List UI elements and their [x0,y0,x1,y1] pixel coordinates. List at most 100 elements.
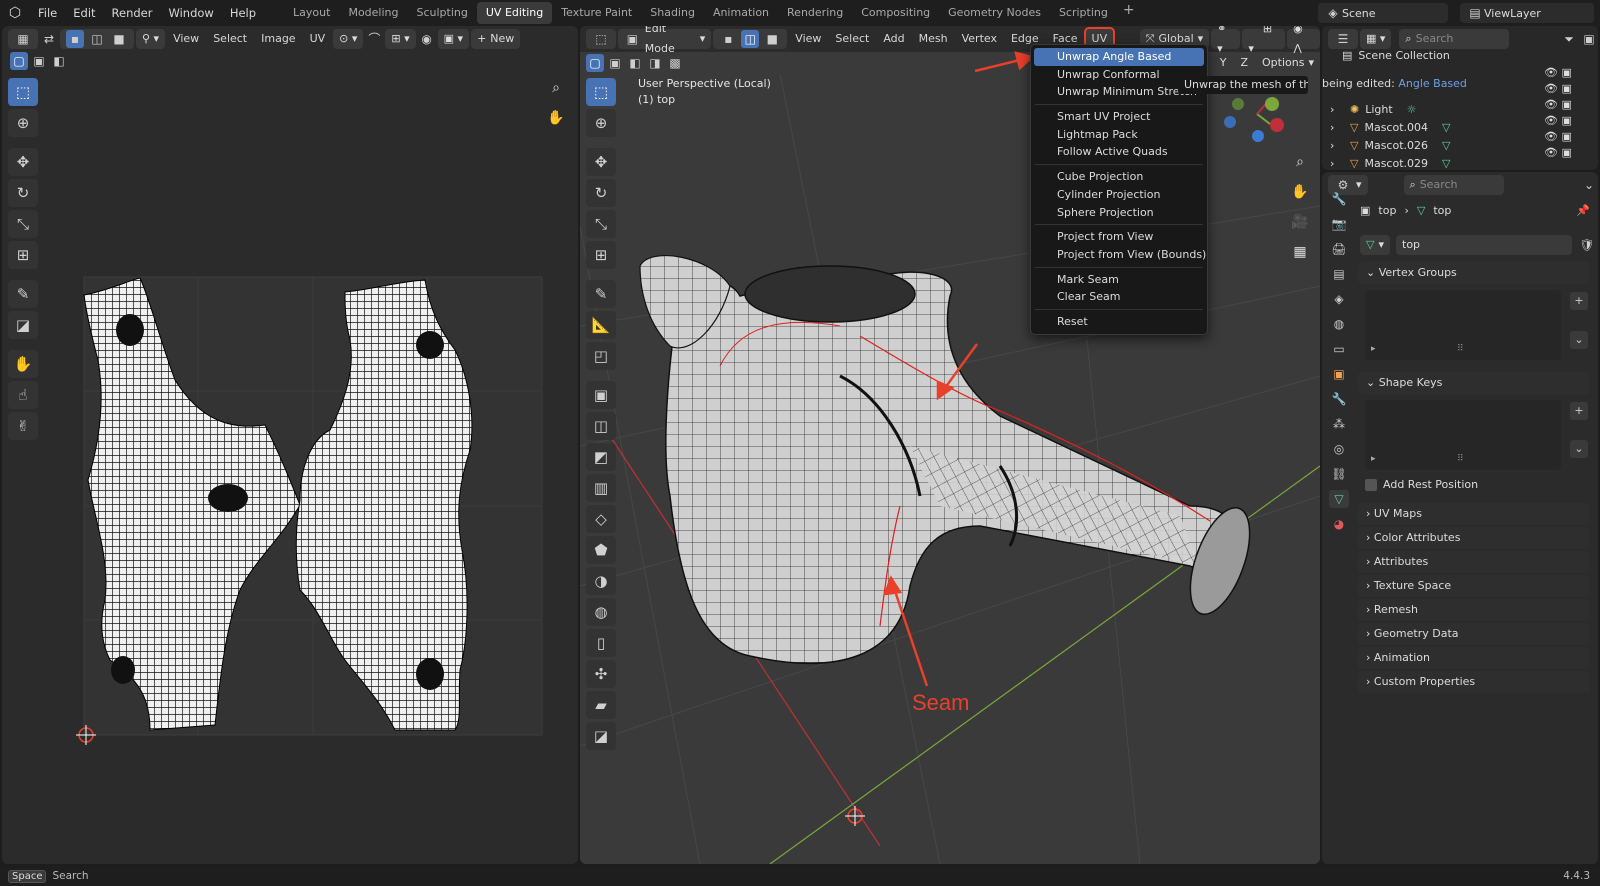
collection-tab-icon[interactable]: ▭ [1329,340,1349,358]
image-browse-dropdown[interactable]: ▣ ▾ [437,29,470,49]
outliner-row-light[interactable]: › ✺ Light ☼ [1330,101,1417,118]
rip-region-tool-icon[interactable]: ◪ [586,722,616,750]
annotate-tool-icon[interactable]: ✎ [8,280,38,308]
list-expand-icon[interactable]: ▸ [1371,344,1376,354]
box-select-subtract-icon[interactable]: ◧ [50,52,68,70]
uv-menu-image[interactable]: Image [255,29,301,49]
extrude-tool-icon[interactable]: ▣ [586,381,616,409]
navigation-gizmo[interactable] [1224,97,1284,142]
tab-sculpting[interactable]: Sculpting [408,2,477,24]
menu-smart-uv-project[interactable]: Smart UV Project [1031,108,1207,126]
pivot-dropdown[interactable]: ⊙ ▾ [333,29,364,49]
uv-editor-area[interactable]: ▦ ⇄ ▪ ◫ ■ ⚲ ▾ View Select Image UV ⊙ ▾ ⌒ ⊞… [2,26,578,864]
tab-animation[interactable]: Animation [704,2,778,24]
scale-tool-icon[interactable]: ⤡ [8,210,38,238]
face-select-icon[interactable]: ■ [110,30,128,48]
menu-reset[interactable]: Reset [1031,313,1207,331]
view-layer-selector[interactable]: ▤ ViewLayer [1460,3,1594,23]
tab-layout[interactable]: Layout [284,2,339,24]
poly-build-tool-icon[interactable]: ⬟ [586,536,616,564]
uv-menu-view[interactable]: View [167,29,205,49]
vp-measure-tool-icon[interactable]: 📐 [586,311,616,339]
vp-zoom-icon[interactable]: ⌕ [1288,150,1312,174]
menu-lightmap-pack[interactable]: Lightmap Pack [1031,126,1207,144]
box-select-extend-icon[interactable]: ▣ [30,52,48,70]
tool-tab-icon[interactable]: 🔧 [1329,190,1349,208]
pan-hand-icon[interactable]: ✋ [544,106,568,130]
add-workspace-icon[interactable]: + [1117,2,1141,24]
ortho-toggle-icon[interactable]: ▦ [1288,240,1312,264]
menu-file[interactable]: File [30,2,65,24]
expand-arrow-icon[interactable]: › [1330,103,1344,116]
menu-cylinder-projection[interactable]: Cylinder Projection [1031,186,1207,204]
knife-tool-icon[interactable]: ◇ [586,505,616,533]
menu-mark-seam[interactable]: Mark Seam [1031,271,1207,289]
zoom-icon[interactable]: ⌕ [544,76,568,100]
modifier-tab-icon[interactable]: 🔧 [1329,390,1349,408]
scene-tab-icon[interactable]: ◈ [1329,290,1349,308]
pinch-tool-icon[interactable]: ✌ [8,412,38,440]
expand-arrow-icon[interactable]: › [1330,121,1344,134]
view-layer-tab-icon[interactable]: ▤ [1329,265,1349,283]
snap-dropdown[interactable]: ⊞ ▾ [385,29,416,49]
vertex-groups-list[interactable]: ▸ ⠿ [1365,290,1561,360]
grab-tool-icon[interactable]: ✋ [8,350,38,378]
expand-arrow-icon[interactable]: › [1330,157,1344,170]
menu-edit[interactable]: Edit [65,2,103,24]
relax-tool-icon[interactable]: ☝ [8,381,38,409]
menu-project-from-view-bounds[interactable]: Project from View (Bounds) [1031,246,1207,264]
collapse-icon[interactable]: ⌄ [1580,176,1598,194]
menu-project-from-view[interactable]: Project from View [1031,228,1207,246]
list-resize-handle-icon[interactable]: ⠿ [1457,454,1464,464]
loop-cut-tool-icon[interactable]: ▥ [586,474,616,502]
shape-keys-list[interactable]: ▸ ⠿ [1365,400,1561,470]
scene-collection-row[interactable]: ▤ Scene Collection [1342,47,1450,64]
object-tab-icon[interactable]: ▣ [1329,365,1349,383]
mesh-name-field[interactable]: top [1396,235,1572,255]
menu-follow-active-quads[interactable]: Follow Active Quads [1031,143,1207,161]
material-tab-icon[interactable]: ◕ [1329,515,1349,533]
pin-icon[interactable]: 📌 [1576,204,1590,217]
editor-type-button[interactable]: ▦ [8,29,38,49]
particles-tab-icon[interactable]: ⁂ [1329,415,1349,433]
edge-slide-tool-icon[interactable]: ▯ [586,629,616,657]
eye-icon[interactable]: 👁 ▣ [1544,66,1572,79]
move-tool-icon[interactable]: ✥ [8,148,38,176]
output-tab-icon[interactable]: 🖨 [1329,240,1349,258]
menu-render[interactable]: Render [104,2,161,24]
outliner-row-mascot-026[interactable]: › ▽ Mascot.026 ▽ [1330,137,1450,154]
uv-menu-select[interactable]: Select [207,29,253,49]
constraints-tab-icon[interactable]: ⛓ [1329,465,1349,483]
physics-tab-icon[interactable]: ◎ [1329,440,1349,458]
select-mode-group[interactable]: ▪ ◫ ■ [60,29,134,49]
vertex-group-menu-icon[interactable]: ⌄ [1570,331,1588,349]
list-expand-icon[interactable]: ▸ [1371,454,1376,464]
outliner-row-mascot-004[interactable]: › ▽ Mascot.004 ▽ [1330,119,1450,136]
rip-tool-icon[interactable]: ◪ [8,311,38,339]
eye-icon[interactable]: 👁 ▣ [1544,98,1572,111]
panel-custom-properties[interactable]: › Custom Properties [1358,671,1590,693]
tab-modeling[interactable]: Modeling [339,2,407,24]
panel-attributes[interactable]: › Attributes [1358,551,1590,573]
data-tab-icon[interactable]: ▽ [1329,490,1349,508]
eye-icon[interactable]: 👁 ▣ [1544,146,1572,159]
rest-position-checkbox[interactable] [1365,478,1377,491]
tab-rendering[interactable]: Rendering [778,2,852,24]
vp-select-box-tool-icon[interactable]: ⬚ [586,78,616,106]
transform-tool-icon[interactable]: ⊞ [8,241,38,269]
vertex-select-icon[interactable]: ▪ [66,30,84,48]
add-rest-position-row[interactable]: Add Rest Position [1365,478,1478,491]
tab-shading[interactable]: Shading [641,2,704,24]
tab-scripting[interactable]: Scripting [1050,2,1117,24]
rotate-tool-icon[interactable]: ↻ [8,179,38,207]
panel-animation[interactable]: › Animation [1358,647,1590,669]
world-tab-icon[interactable]: ◍ [1329,315,1349,333]
vp-annotate-tool-icon[interactable]: ✎ [586,280,616,308]
blender-logo-icon[interactable]: ⬡ [0,5,30,21]
sync-selection-icon[interactable]: ⇄ [40,30,58,48]
properties-search[interactable]: ⌕ Search [1403,175,1504,195]
uv-menu-uv[interactable]: UV [304,29,332,49]
outliner-search[interactable]: ⌕ Search [1399,29,1510,49]
vp-move-tool-icon[interactable]: ✥ [586,148,616,176]
outliner-row-mascot-029[interactable]: › ▽ Mascot.029 ▽ [1330,155,1450,172]
